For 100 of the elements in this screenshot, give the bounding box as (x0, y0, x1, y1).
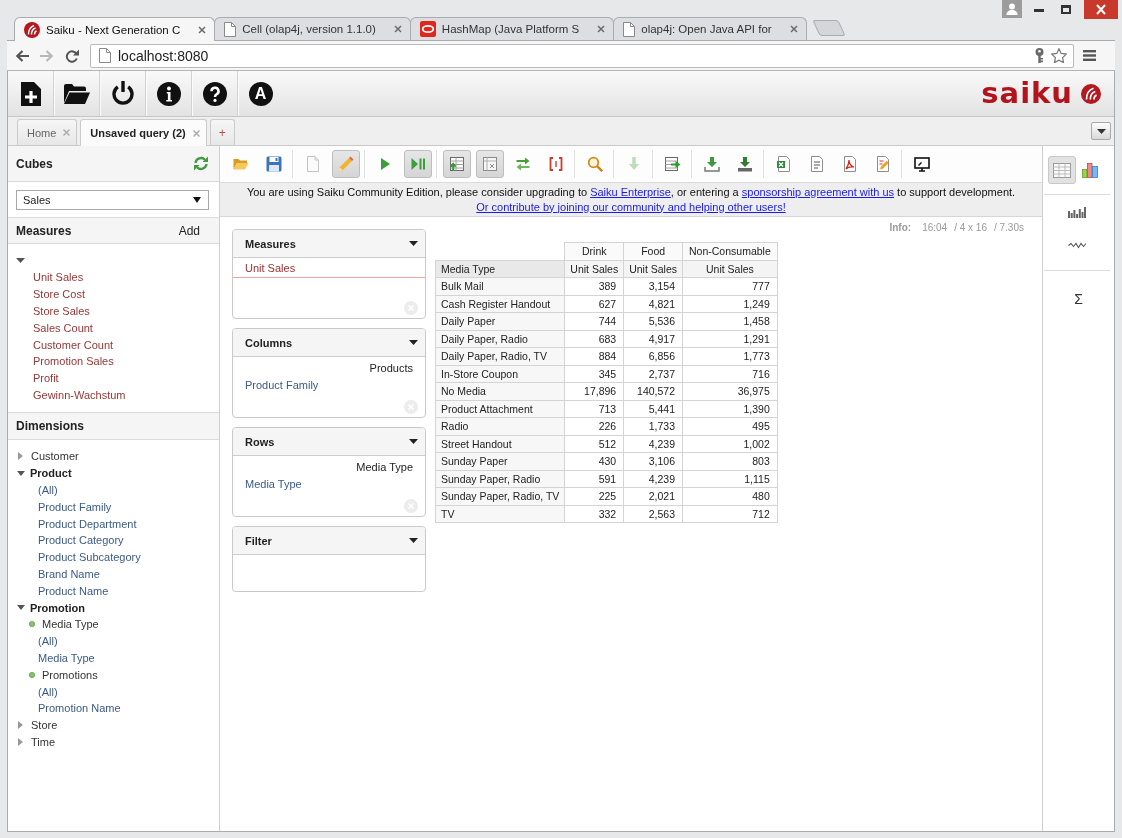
measure-item[interactable]: Store Cost (33, 288, 85, 301)
add-button[interactable]: Add (178, 223, 200, 238)
measure-item[interactable]: Promotion Sales (33, 355, 114, 368)
notice-link[interactable]: Or contribute by joining our community and helping other users! (476, 200, 786, 213)
hierarchy-item[interactable]: Media Type (42, 618, 99, 631)
level-item[interactable]: Product Family (245, 379, 319, 391)
edit-file-icon (875, 156, 891, 172)
close-icon[interactable] (1084, 0, 1118, 19)
hierarchy-item[interactable]: Promotions (42, 668, 98, 681)
menu-icon[interactable] (1083, 50, 1096, 61)
address-field[interactable]: localhost:8080 (90, 43, 1074, 68)
info-icon[interactable] (156, 81, 181, 106)
browser-tab[interactable]: HashMap (Java Platform S (409, 17, 615, 40)
monitor-icon (914, 156, 930, 172)
notice-link[interactable]: Saiku Enterprise (590, 185, 671, 198)
reload-icon[interactable] (65, 48, 79, 63)
measure-item[interactable]: Store Sales (33, 305, 90, 317)
star-icon[interactable] (1051, 48, 1067, 63)
user-icon[interactable] (1002, 0, 1022, 18)
dimension-item[interactable]: Store (31, 719, 58, 732)
sum-button[interactable]: Σ (1074, 291, 1083, 307)
bar-sparkline-icon[interactable] (1068, 207, 1086, 218)
refresh-icon[interactable] (193, 156, 209, 171)
level-item[interactable]: (All) (38, 635, 58, 648)
toolbar-button[interactable] (443, 150, 471, 178)
key-icon[interactable] (1035, 48, 1044, 63)
new-document-icon[interactable] (20, 81, 41, 106)
section-title: Measures (16, 223, 72, 238)
close-icon[interactable] (192, 129, 200, 137)
line-sparkline-icon[interactable] (1068, 242, 1086, 249)
browser-tab[interactable]: Cell (olap4j, version 1.1.0) (214, 17, 411, 40)
level-item[interactable]: Media Type (38, 651, 95, 664)
level-item[interactable]: Promotion Name (38, 702, 121, 715)
measure-item[interactable]: Gewinn-Wachstum (33, 388, 126, 401)
pdf-file-icon (842, 156, 858, 172)
level-item[interactable]: Product Family (38, 500, 112, 513)
view-mode-button[interactable] (1048, 156, 1076, 184)
level-item[interactable]: Brand Name (38, 567, 100, 580)
query-tab[interactable]: Unsaved query (2) (80, 119, 207, 146)
letter-a-button[interactable]: A (248, 81, 273, 106)
level-item[interactable]: Product Department (38, 517, 137, 530)
table-up-arrow-icon (449, 156, 465, 172)
level-item[interactable]: (All) (38, 685, 58, 698)
dot-icon (29, 671, 35, 678)
level-item[interactable]: Product Subcategory (38, 551, 141, 564)
power-icon[interactable] (111, 81, 134, 106)
caret-icon (1096, 128, 1106, 134)
page-icon (224, 21, 237, 37)
folder-icon[interactable] (63, 83, 90, 104)
dot-icon (29, 621, 35, 628)
dimension-item[interactable]: Promotion (30, 601, 85, 614)
hierarchy-label: Media Type (356, 461, 413, 473)
caret-icon[interactable] (409, 241, 418, 246)
maximize-icon[interactable] (1061, 5, 1071, 14)
caret-icon[interactable] (17, 605, 25, 611)
back-icon[interactable] (15, 49, 29, 62)
notice-link[interactable]: sponsorship agreement with us (741, 185, 895, 198)
caret-icon[interactable] (409, 439, 418, 444)
dimension-item[interactable]: Product (30, 467, 72, 480)
browser-tab[interactable]: olap4j: Open Java API for (613, 17, 807, 40)
hierarchy-label: Products (369, 362, 413, 374)
folder-icon (233, 156, 249, 172)
section-title: Cubes (16, 156, 53, 171)
caret-icon[interactable] (409, 538, 418, 543)
level-item[interactable]: Product Category (38, 534, 124, 547)
caret-icon[interactable] (17, 470, 25, 476)
level-item[interactable]: (All) (38, 484, 58, 496)
download-tray-icon (737, 156, 753, 172)
logo-text: saiku (981, 79, 1073, 108)
dropdown-button[interactable] (1091, 122, 1111, 140)
help-icon[interactable] (202, 81, 227, 106)
browser-tab[interactable]: Saiku - Next Generation C (14, 17, 216, 41)
level-item[interactable]: Product Name (38, 584, 109, 597)
measure-item[interactable]: Unit Sales (233, 258, 425, 278)
dimension-item[interactable]: Customer (31, 450, 79, 463)
text-file-icon (809, 156, 825, 172)
measure-item[interactable]: Sales Count (33, 321, 93, 334)
caret-icon[interactable] (409, 340, 418, 345)
panel-title: Filter (245, 534, 272, 547)
cube-select[interactable]: Sales (16, 189, 209, 210)
close-icon[interactable] (789, 25, 798, 33)
new-tab-button[interactable]: + (209, 119, 235, 145)
page-icon (623, 21, 636, 37)
brackets-icon (548, 156, 564, 172)
close-icon[interactable] (198, 25, 207, 34)
play-bars-icon (410, 156, 426, 172)
level-item[interactable]: Media Type (245, 478, 302, 490)
caret-icon[interactable] (16, 258, 25, 263)
query-tab[interactable]: Home (17, 119, 78, 145)
swap-arrows-icon (515, 156, 531, 172)
close-icon[interactable] (393, 25, 402, 33)
table-icon (1053, 162, 1071, 178)
measure-item[interactable]: Customer Count (33, 338, 114, 351)
info-value: / 7.30s (993, 221, 1024, 233)
section-title: Dimensions (16, 419, 84, 433)
oval-icon (419, 21, 436, 37)
dimension-item[interactable]: Time (31, 735, 56, 748)
measure-item[interactable]: Profit (33, 372, 59, 385)
close-icon[interactable] (597, 25, 606, 33)
measure-item[interactable]: Unit Sales (33, 271, 84, 284)
